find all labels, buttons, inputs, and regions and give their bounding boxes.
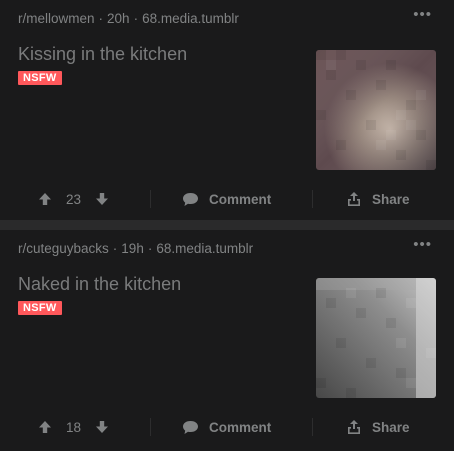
post-domain[interactable]: 68.media.tumblr <box>142 11 239 26</box>
meta-separator: · <box>133 11 139 26</box>
comment-button[interactable]: Comment <box>182 414 271 440</box>
share-icon <box>348 192 360 206</box>
comment-label: Comment <box>209 419 272 435</box>
post-thumbnail[interactable] <box>316 50 436 170</box>
downvote-icon[interactable] <box>95 192 109 206</box>
vote-count: 23 <box>66 191 82 207</box>
more-options-button[interactable]: ••• <box>413 7 432 22</box>
post-title[interactable]: Naked in the kitchen <box>18 274 181 295</box>
meta-separator: · <box>98 11 104 26</box>
comment-icon <box>183 192 198 206</box>
post-card[interactable]: r/cuteguybacks · 19h · 68.media.tumblr ••• N… <box>0 230 454 451</box>
vote-count: 18 <box>66 419 82 435</box>
subreddit-link[interactable]: r/mellowmen <box>18 11 95 26</box>
share-label: Share <box>372 419 410 435</box>
blurred-thumbnail-image <box>316 278 436 398</box>
meta-separator: · <box>147 241 153 256</box>
comment-icon <box>183 420 198 434</box>
post-age: 20h <box>107 11 130 26</box>
post-title[interactable]: Kissing in the kitchen <box>18 44 187 65</box>
action-divider <box>312 418 313 436</box>
nsfw-badge: NSFW <box>18 71 62 85</box>
blurred-thumbnail-image <box>316 50 436 170</box>
action-divider <box>150 418 151 436</box>
upvote-icon[interactable] <box>38 420 52 434</box>
action-divider <box>150 190 151 208</box>
share-label: Share <box>372 191 410 207</box>
share-button[interactable]: Share <box>346 414 410 440</box>
post-card[interactable]: r/mellowmen · 20h · 68.media.tumblr ••• Kiss… <box>0 0 454 220</box>
post-meta: r/mellowmen · 20h · 68.media.tumblr <box>18 11 239 26</box>
vote-controls: 23 <box>38 186 109 212</box>
subreddit-link[interactable]: r/cuteguybacks <box>18 241 109 256</box>
post-meta: r/cuteguybacks · 19h · 68.media.tumblr <box>18 241 253 256</box>
vote-controls: 18 <box>38 414 109 440</box>
meta-separator: · <box>112 241 118 256</box>
comment-label: Comment <box>209 191 272 207</box>
share-button[interactable]: Share <box>346 186 410 212</box>
post-domain[interactable]: 68.media.tumblr <box>156 241 253 256</box>
comment-button[interactable]: Comment <box>182 186 271 212</box>
nsfw-badge: NSFW <box>18 301 62 315</box>
downvote-icon[interactable] <box>95 420 109 434</box>
more-options-button[interactable]: ••• <box>413 237 432 252</box>
upvote-icon[interactable] <box>38 192 52 206</box>
post-actions: 18 Comment Share <box>0 414 454 440</box>
action-divider <box>312 190 313 208</box>
share-icon <box>348 420 360 434</box>
post-feed: r/mellowmen · 20h · 68.media.tumblr ••• Kiss… <box>0 0 454 451</box>
post-age: 19h <box>121 241 144 256</box>
post-actions: 23 Comment Share <box>0 186 454 212</box>
post-thumbnail[interactable] <box>316 278 436 398</box>
